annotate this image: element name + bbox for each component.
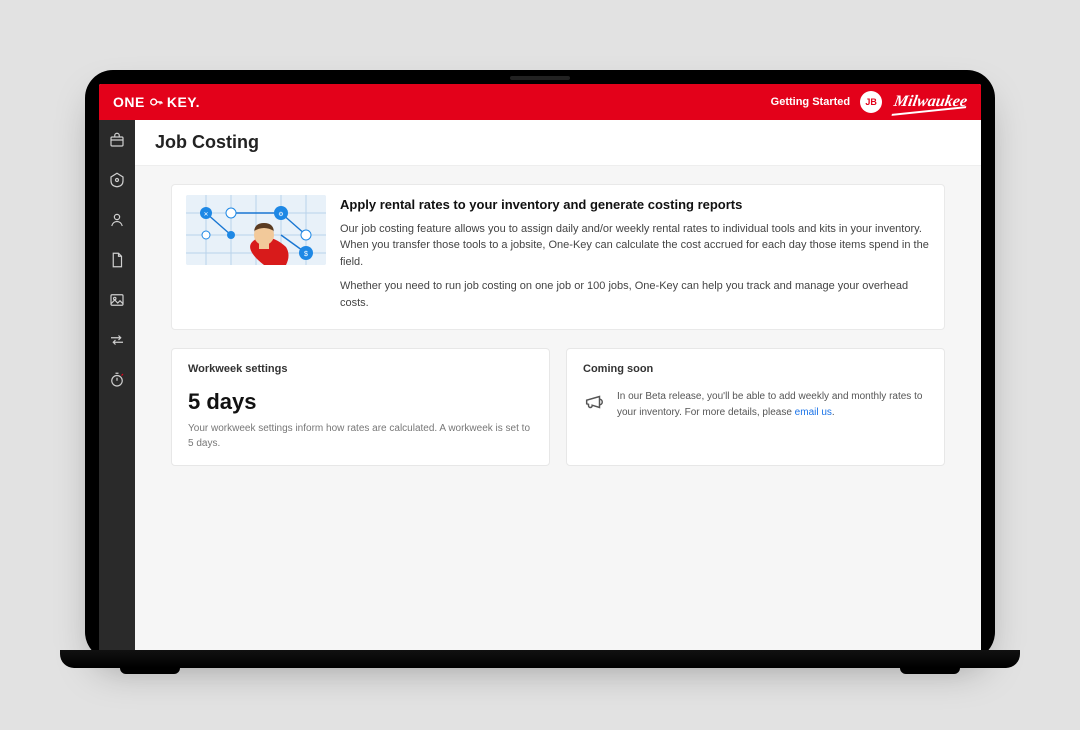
laptop-frame: ONE KEY. Getting Started JB Milwaukee [85,70,995,660]
person-icon[interactable] [107,210,127,230]
milwaukee-logo[interactable]: Milwaukee [893,94,969,110]
page-title: Job Costing [155,132,961,153]
top-app-bar: ONE KEY. Getting Started JB Milwaukee [99,84,981,120]
transfer-icon[interactable] [107,330,127,350]
workweek-card: Workweek settings 5 days Your workweek s… [171,348,550,466]
app-screen: ONE KEY. Getting Started JB Milwaukee [99,84,981,652]
coming-soon-card: Coming soon In our Beta release, you'll … [566,348,945,466]
one-word: ONE [113,94,145,110]
main-area: Job Costing [135,120,981,652]
coming-text-prefix: In our Beta release, you'll be able to a… [617,391,922,418]
hero-paragraph-1: Our job costing feature allows you to as… [340,221,930,271]
svg-text:✕: ✕ [203,212,208,218]
coming-soon-label: Coming soon [583,363,928,375]
inventory-icon[interactable] [107,130,127,150]
onekey-logo[interactable]: ONE KEY. [113,94,200,110]
megaphone-icon [583,391,605,413]
content-area: ✕ ⚙ $ [135,166,981,652]
document-icon[interactable] [107,250,127,270]
timer-icon[interactable] [107,370,127,390]
laptop-base [60,650,1020,668]
avatar[interactable]: JB [860,91,882,113]
page-header: Job Costing [135,120,981,166]
email-us-link[interactable]: email us [795,407,832,418]
hero-card: ✕ ⚙ $ [171,184,945,330]
hero-title: Apply rental rates to your inventory and… [340,195,930,215]
coming-soon-text: In our Beta release, you'll be able to a… [617,389,928,421]
hero-illustration: ✕ ⚙ $ [186,195,326,265]
key-word: KEY. [167,94,200,110]
getting-started-link[interactable]: Getting Started [771,96,850,108]
svg-text:$: $ [304,251,308,258]
hero-paragraph-2: Whether you need to run job costing on o… [340,278,930,311]
coming-text-suffix: . [832,407,835,418]
tool-tag-icon[interactable] [107,170,127,190]
svg-text:⚙: ⚙ [278,211,283,218]
workweek-label: Workweek settings [188,363,533,375]
workweek-description: Your workweek settings inform how rates … [188,421,533,451]
workweek-value: 5 days [188,389,533,415]
key-icon [149,95,163,109]
hero-text: Apply rental rates to your inventory and… [340,195,930,319]
left-sidebar [99,120,135,652]
image-icon[interactable] [107,290,127,310]
